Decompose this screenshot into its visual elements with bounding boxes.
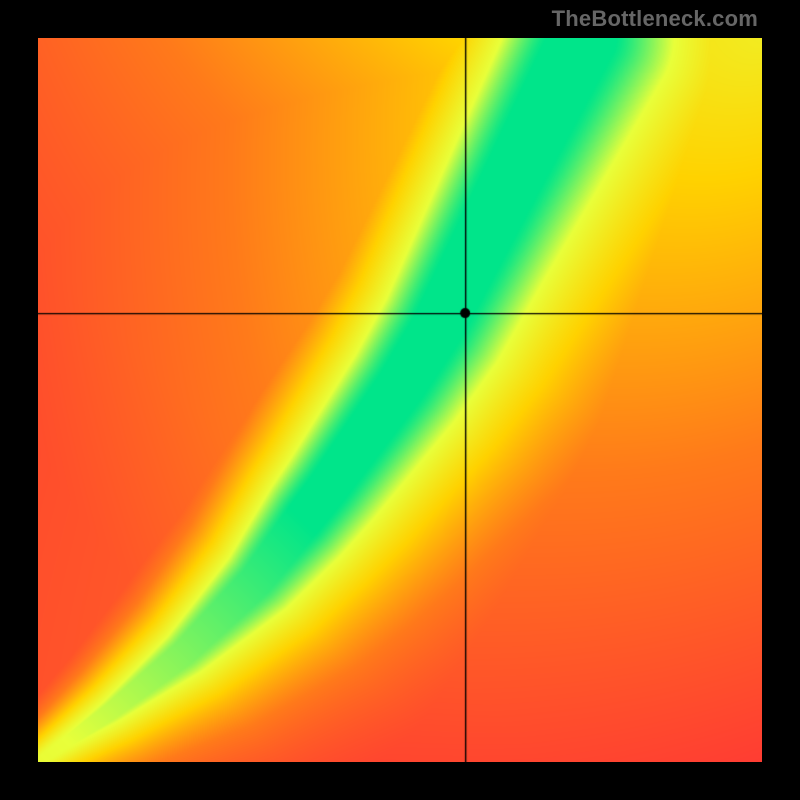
watermark-text: TheBottleneck.com — [552, 6, 758, 32]
heatmap-plot — [38, 38, 762, 762]
heatmap-canvas — [38, 38, 762, 762]
chart-stage: TheBottleneck.com — [0, 0, 800, 800]
